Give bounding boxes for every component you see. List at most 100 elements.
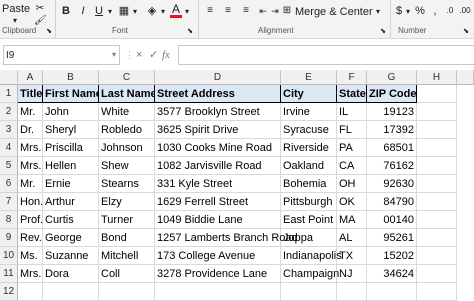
merge-center-icon[interactable]: ⊞ bbox=[281, 4, 293, 18]
cell-e7[interactable]: Pittsburgh bbox=[281, 193, 337, 211]
cell-d3[interactable]: 3625 Spirit Drive bbox=[155, 121, 281, 139]
enter-icon[interactable]: ✓ bbox=[149, 45, 158, 65]
cell-d9[interactable]: 1257 Lamberts Branch Road bbox=[155, 229, 298, 247]
row-header-11[interactable]: 11 bbox=[0, 265, 18, 283]
cell-c4[interactable]: Johnson bbox=[99, 139, 155, 157]
cell-h5[interactable] bbox=[417, 157, 457, 175]
cell-d11[interactable]: 3278 Providence Lane bbox=[155, 265, 281, 283]
cell-a7[interactable]: Hon. bbox=[18, 193, 43, 211]
column-header-d[interactable]: D bbox=[155, 70, 281, 85]
column-header-next[interactable] bbox=[457, 70, 474, 85]
select-all-corner[interactable] bbox=[0, 70, 18, 85]
cell-f9[interactable]: AL bbox=[337, 229, 367, 247]
cell-f4[interactable]: PA bbox=[337, 139, 367, 157]
align-right-icon[interactable]: ≡ bbox=[240, 4, 252, 18]
cell-b10[interactable]: Suzanne bbox=[43, 247, 99, 265]
cell-c12[interactable] bbox=[99, 283, 155, 301]
cell-b7[interactable]: Arthur bbox=[43, 193, 99, 211]
cell-e4[interactable]: Riverside bbox=[281, 139, 337, 157]
name-box[interactable]: I9 bbox=[3, 45, 120, 65]
cell-g12[interactable] bbox=[367, 283, 417, 301]
cell-e2[interactable]: Irvine bbox=[281, 103, 337, 121]
name-box-chevron-icon[interactable]: ▾ bbox=[112, 45, 116, 65]
cell-c7[interactable]: Elzy bbox=[99, 193, 155, 211]
cell-g4[interactable]: 68501 bbox=[367, 139, 417, 157]
cell-g8[interactable]: 00140 bbox=[367, 211, 417, 229]
cell-b8[interactable]: Curtis bbox=[43, 211, 99, 229]
decrease-decimal-icon[interactable]: .00 bbox=[458, 4, 472, 18]
column-header-g[interactable]: G bbox=[367, 70, 417, 85]
row-header-4[interactable]: 4 bbox=[0, 139, 18, 157]
cell-b2[interactable]: John bbox=[43, 103, 99, 121]
cell-h9[interactable] bbox=[417, 229, 457, 247]
currency-button[interactable]: $ bbox=[394, 4, 404, 18]
borders-chevron-icon[interactable]: ▾ bbox=[131, 5, 139, 19]
cell-e5[interactable]: Oakland bbox=[281, 157, 337, 175]
cell-d1[interactable]: Street Address bbox=[155, 85, 281, 103]
cell-h7[interactable] bbox=[417, 193, 457, 211]
cell-c9[interactable]: Bond bbox=[99, 229, 155, 247]
align-left-icon[interactable]: ≡ bbox=[204, 4, 216, 18]
cell-a11[interactable]: Mrs. bbox=[18, 265, 43, 283]
cell-e8[interactable]: East Point bbox=[281, 211, 337, 229]
cell-g11[interactable]: 34624 bbox=[367, 265, 417, 283]
cell-e10[interactable]: Indianapolis bbox=[281, 247, 342, 265]
underline-button[interactable]: U bbox=[94, 4, 104, 18]
cell-f6[interactable]: OH bbox=[337, 175, 367, 193]
italic-button[interactable]: I bbox=[78, 4, 88, 18]
cell-d12[interactable] bbox=[155, 283, 281, 301]
row-header-7[interactable]: 7 bbox=[0, 193, 18, 211]
fill-color-icon[interactable]: ◈ bbox=[145, 4, 159, 18]
row-header-2[interactable]: 2 bbox=[0, 103, 18, 121]
cell-e9[interactable]: Joppa bbox=[281, 229, 337, 247]
cell-g2[interactable]: 19123 bbox=[367, 103, 417, 121]
decrease-indent-icon[interactable]: ⇤ bbox=[258, 4, 268, 18]
cell-f11[interactable]: NJ bbox=[337, 265, 367, 283]
cell-b6[interactable]: Ernie bbox=[43, 175, 99, 193]
cell-c3[interactable]: Robledo bbox=[99, 121, 155, 139]
cell-d8[interactable]: 1049 Biddie Lane bbox=[155, 211, 281, 229]
fill-color-chevron-icon[interactable]: ▾ bbox=[159, 5, 167, 19]
font-launcher-icon[interactable]: ⬊ bbox=[186, 25, 194, 39]
column-header-b[interactable]: B bbox=[43, 70, 99, 85]
cell-e6[interactable]: Bohemia bbox=[281, 175, 337, 193]
number-launcher-icon[interactable]: ⬊ bbox=[462, 25, 470, 39]
cell-f12[interactable] bbox=[337, 283, 367, 301]
cell-h1[interactable] bbox=[417, 85, 457, 103]
cell-b1[interactable]: First Name bbox=[43, 85, 102, 103]
row-header-12[interactable]: 12 bbox=[0, 283, 18, 301]
row-header-6[interactable]: 6 bbox=[0, 175, 18, 193]
cell-f7[interactable]: OK bbox=[337, 193, 367, 211]
cell-c6[interactable]: Stearns bbox=[99, 175, 155, 193]
cell-a8[interactable]: Prof. bbox=[18, 211, 43, 229]
cell-c1[interactable]: Last Name bbox=[99, 85, 157, 103]
underline-options-chevron-icon[interactable]: ▾ bbox=[106, 5, 114, 19]
cell-d10[interactable]: 173 College Avenue bbox=[155, 247, 281, 265]
cell-a4[interactable]: Mrs. bbox=[18, 139, 43, 157]
row-header-10[interactable]: 10 bbox=[0, 247, 18, 265]
cell-g9[interactable]: 95261 bbox=[367, 229, 417, 247]
cell-c8[interactable]: Turner bbox=[99, 211, 155, 229]
cell-f2[interactable]: IL bbox=[337, 103, 367, 121]
cell-b9[interactable]: George bbox=[43, 229, 99, 247]
cell-e1[interactable]: City bbox=[281, 85, 337, 103]
formula-input[interactable] bbox=[178, 45, 474, 65]
cell-h4[interactable] bbox=[417, 139, 457, 157]
alignment-launcher-icon[interactable]: ⬊ bbox=[379, 25, 387, 39]
cell-e3[interactable]: Syracuse bbox=[281, 121, 337, 139]
row-header-5[interactable]: 5 bbox=[0, 157, 18, 175]
cancel-icon[interactable]: × bbox=[136, 45, 142, 65]
borders-icon[interactable]: ▦ bbox=[118, 4, 130, 18]
cell-a3[interactable]: Dr. bbox=[18, 121, 43, 139]
insert-function-icon[interactable]: fx bbox=[162, 45, 170, 65]
cell-a1[interactable]: Title bbox=[18, 85, 43, 103]
merge-center-button[interactable]: Merge & Center bbox=[295, 5, 373, 19]
row-header-1[interactable]: 1 bbox=[0, 85, 18, 103]
cell-h6[interactable] bbox=[417, 175, 457, 193]
cell-f3[interactable]: FL bbox=[337, 121, 367, 139]
cell-g5[interactable]: 76162 bbox=[367, 157, 417, 175]
cell-f10[interactable]: TX bbox=[337, 247, 367, 265]
cell-c5[interactable]: Shew bbox=[99, 157, 155, 175]
cell-c2[interactable]: White bbox=[99, 103, 155, 121]
column-header-c[interactable]: C bbox=[99, 70, 155, 85]
